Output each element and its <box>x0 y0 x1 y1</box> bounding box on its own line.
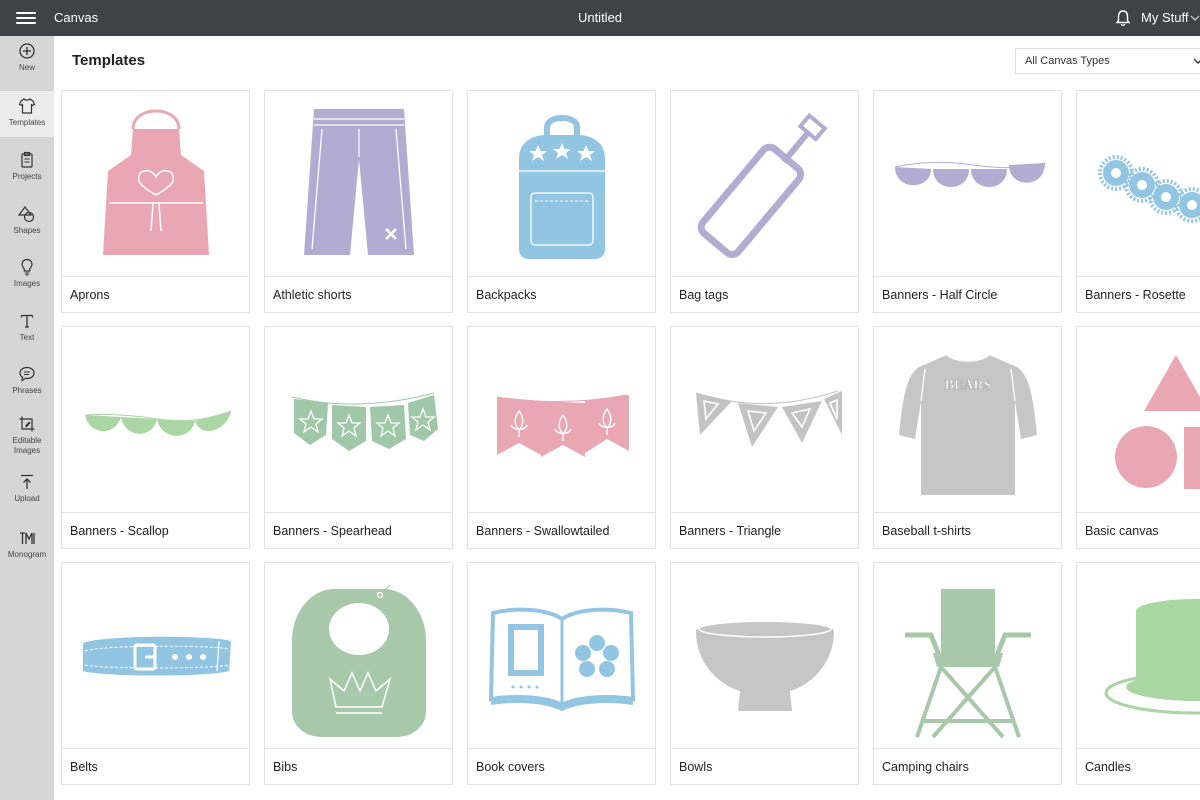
bib-icon <box>291 584 426 737</box>
template-label: Banners - Triangle <box>679 524 782 538</box>
template-card[interactable]: Candles <box>1076 562 1200 785</box>
sidebar-item-images[interactable]: Images <box>0 258 54 302</box>
tshirt-icon <box>18 98 36 114</box>
template-card[interactable]: Camping chairs <box>873 562 1062 785</box>
bowl-icon <box>695 619 834 711</box>
template-label: Basic canvas <box>1085 524 1159 538</box>
upload-icon <box>21 474 33 489</box>
template-card[interactable]: Banners - Half Circle <box>873 90 1062 313</box>
template-card[interactable]: Bibs <box>264 562 453 785</box>
chevron-down-icon[interactable] <box>1190 12 1200 24</box>
canvas-type-select[interactable]: All Canvas Types <box>1015 48 1200 74</box>
shirt-print-text: BEARS <box>944 378 991 393</box>
left-sidebar: New Templates Projects Shapes Images Tex… <box>0 36 54 800</box>
sidebar-item-label: Projects <box>12 172 42 181</box>
my-stuff-link[interactable]: My Stuff <box>1141 10 1188 25</box>
shorts-icon <box>303 108 414 255</box>
sidebar-item-label: Text <box>19 333 35 342</box>
template-label: Banners - Swallowtailed <box>476 524 610 538</box>
sidebar-item-label: Templates <box>8 118 46 127</box>
template-card[interactable]: Banners - Triangle <box>670 326 859 549</box>
sidebar-item-label: Monogram <box>7 550 47 559</box>
document-title[interactable]: Untitled <box>0 10 1200 25</box>
template-card[interactable]: Belts <box>61 562 250 785</box>
template-label: Aprons <box>70 288 110 302</box>
banner-spearhead-icon <box>291 392 438 451</box>
lightbulb-icon <box>21 258 33 276</box>
backpack-icon <box>518 114 605 259</box>
template-label: Candles <box>1085 760 1131 774</box>
sidebar-item-label: New <box>18 63 35 72</box>
banner-scallop-icon <box>84 410 231 436</box>
template-label: Bag tags <box>679 288 729 302</box>
template-label: Book covers <box>476 760 545 774</box>
sidebar-item-templates[interactable]: Templates <box>0 91 54 137</box>
sidebar-item-label: Images <box>13 279 41 288</box>
clipboard-icon <box>21 151 33 168</box>
template-card[interactable]: Athletic shorts <box>264 90 453 313</box>
sidebar-item-label: Phrases <box>12 386 42 395</box>
banner-triangle-icon <box>695 390 842 447</box>
chevron-down-icon <box>1193 58 1200 64</box>
template-label: Belts <box>70 760 98 774</box>
monogram-icon <box>20 532 35 544</box>
templates-panel: Templates All Canvas Types Aprons Athlet… <box>54 36 1200 800</box>
template-label: Bibs <box>273 760 298 774</box>
sidebar-item-upload[interactable]: Upload <box>0 473 54 517</box>
template-label: Backpacks <box>476 288 537 302</box>
template-card[interactable]: Bag tags <box>670 90 859 313</box>
sidebar-item-editable-images[interactable]: Editable Images <box>0 415 54 465</box>
template-card[interactable]: Basic canvas <box>1076 326 1200 549</box>
template-label: Bowls <box>679 760 713 774</box>
sidebar-item-label: Upload <box>14 494 40 503</box>
sidebar-item-text[interactable]: Text <box>0 312 54 356</box>
text-icon <box>20 314 34 328</box>
sidebar-item-phrases[interactable]: Phrases <box>0 365 54 409</box>
banner-rosette-icon <box>1097 154 1200 223</box>
edit-image-icon <box>19 416 35 432</box>
template-card[interactable]: Banners - Scallop <box>61 326 250 549</box>
sidebar-item-shapes[interactable]: Shapes <box>0 205 54 249</box>
template-label: Banners - Rosette <box>1085 288 1186 302</box>
top-bar: Canvas Untitled My Stuff <box>0 0 1200 36</box>
template-card[interactable]: Banners - Spearhead <box>264 326 453 549</box>
template-card[interactable]: Banners - Rosette <box>1076 90 1200 313</box>
candle-icon <box>1104 598 1200 714</box>
speech-bubble-icon <box>19 366 35 382</box>
camping-chair-icon <box>904 588 1031 738</box>
banner-swallowtailed-icon <box>496 394 629 457</box>
banner-half-circle-icon <box>894 161 1045 187</box>
canvas-type-select-value: All Canvas Types <box>1025 55 1110 67</box>
template-card[interactable]: Book covers <box>467 562 656 785</box>
sidebar-item-monogram[interactable]: Monogram <box>0 529 54 573</box>
template-label: Camping chairs <box>882 760 969 774</box>
belt-icon <box>82 636 231 675</box>
sidebar-item-label: Shapes <box>13 226 41 235</box>
template-card[interactable]: BEARS Baseball t-shirts <box>873 326 1062 549</box>
template-label: Banners - Half Circle <box>882 288 998 302</box>
template-label: Baseball t-shirts <box>882 524 971 538</box>
basic-shapes-icon <box>1114 354 1200 489</box>
sidebar-item-label: Editable Images <box>12 436 42 455</box>
template-card[interactable]: Banners - Swallowtailed <box>467 326 656 549</box>
plus-circle-icon <box>19 43 35 59</box>
baseball-shirt-icon: BEARS <box>898 353 1037 495</box>
page-title: Templates <box>72 52 146 69</box>
template-card[interactable]: Bowls <box>670 562 859 785</box>
template-label: Athletic shorts <box>273 288 352 302</box>
hamburger-menu-icon[interactable] <box>14 9 38 27</box>
app-name: Canvas <box>54 10 99 25</box>
sidebar-item-new[interactable]: New <box>0 42 54 86</box>
template-label: Banners - Spearhead <box>273 524 392 538</box>
bell-icon[interactable] <box>1114 9 1132 27</box>
template-label: Banners - Scallop <box>70 524 169 538</box>
shapes-icon <box>18 206 35 223</box>
template-card[interactable]: Aprons <box>61 90 250 313</box>
sidebar-item-projects[interactable]: Projects <box>0 151 54 195</box>
template-card[interactable]: Backpacks <box>467 90 656 313</box>
bag-tag-icon <box>697 112 828 258</box>
book-icon <box>488 607 635 711</box>
apron-icon <box>102 109 209 255</box>
